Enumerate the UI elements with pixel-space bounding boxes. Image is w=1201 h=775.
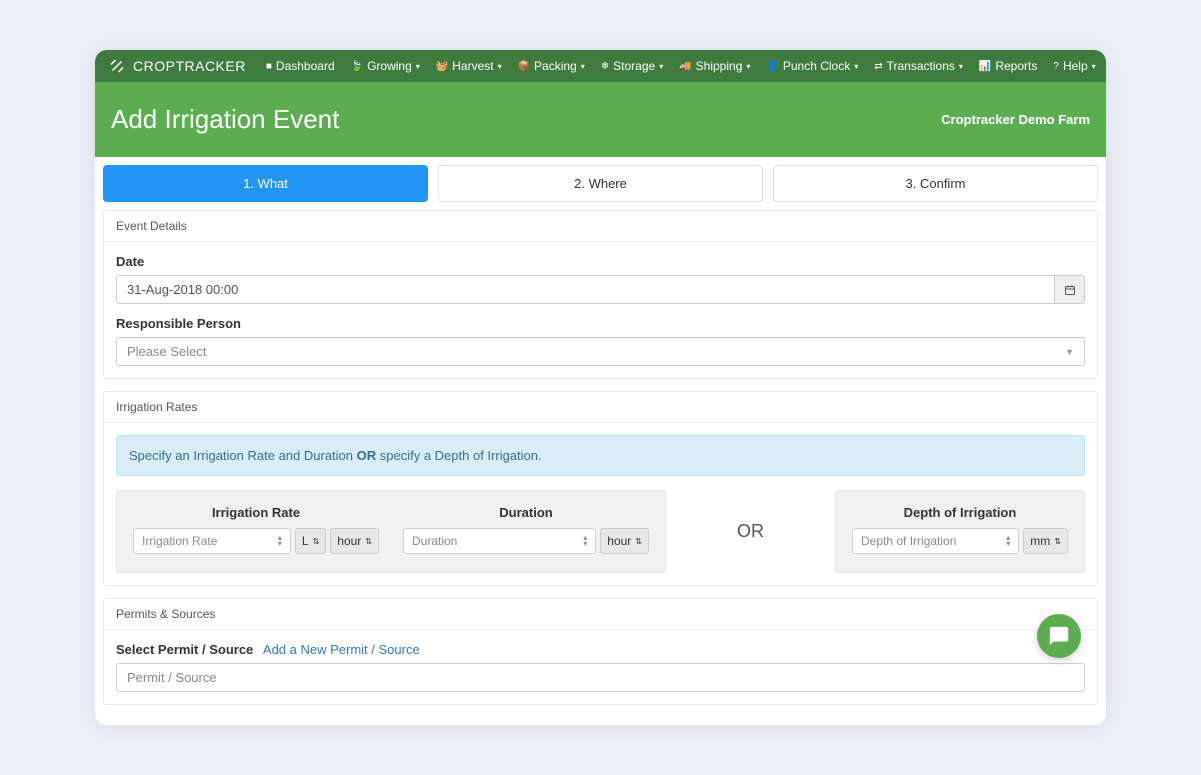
- chat-button[interactable]: [1037, 614, 1081, 658]
- nav-icon: ■: [266, 61, 272, 72]
- tab-where[interactable]: 2. Where: [438, 165, 763, 202]
- nav-item-help[interactable]: ?Help▾: [1045, 59, 1103, 73]
- nav-item-growing[interactable]: 🍃Growing▾: [343, 59, 428, 73]
- caret-down-icon: ▾: [746, 62, 750, 71]
- chevron-down-icon: ▼: [1065, 347, 1074, 357]
- caret-down-icon: ▾: [416, 62, 420, 71]
- brand[interactable]: CROPTRACKER: [107, 56, 246, 76]
- nav-icon: 👤: [766, 61, 778, 72]
- responsible-placeholder: Please Select: [127, 344, 207, 359]
- caret-down-icon: ▾: [659, 62, 663, 71]
- permit-select[interactable]: Permit / Source: [116, 663, 1085, 692]
- duration-unit-select[interactable]: hour⇅: [600, 528, 649, 554]
- rates-info-alert: Specify an Irrigation Rate and Duration …: [116, 435, 1085, 476]
- nav-icon: ?: [1053, 61, 1059, 72]
- nav-icon: 🚚: [679, 61, 691, 72]
- nav-item-shipping[interactable]: 🚚Shipping▾: [671, 59, 758, 73]
- nav-item-packing[interactable]: 📦Packing▾: [510, 59, 593, 73]
- stepper-icon: ▴▾: [278, 535, 282, 547]
- chat-icon: [1048, 625, 1070, 647]
- nav-item-transactions[interactable]: ⇄Transactions▾: [866, 59, 971, 73]
- calendar-icon[interactable]: [1055, 275, 1085, 304]
- caret-down-icon: ▾: [854, 62, 858, 71]
- tab-what[interactable]: 1. What: [103, 165, 428, 202]
- or-separator: OR: [666, 521, 835, 542]
- content: 1. What 2. Where 3. Confirm Event Details …: [95, 157, 1106, 725]
- brand-text: CROPTRACKER: [133, 58, 246, 74]
- responsible-select[interactable]: Please Select ▼: [116, 337, 1085, 366]
- tab-confirm[interactable]: 3. Confirm: [773, 165, 1098, 202]
- rate-duration-box: Irrigation Rate Irrigation Rate ▴▾ L⇅: [116, 490, 666, 573]
- nav-item-punch-clock[interactable]: 👤Punch Clock▾: [758, 59, 866, 73]
- wizard-tabs: 1. What 2. Where 3. Confirm: [103, 165, 1098, 202]
- nav-icon: 🧺: [436, 61, 448, 72]
- caret-down-icon: ▾: [1092, 62, 1096, 71]
- permit-placeholder: Permit / Source: [127, 670, 217, 685]
- event-details-panel: Event Details Date Responsible Person Pl…: [103, 210, 1098, 379]
- irrigation-rates-header: Irrigation Rates: [104, 392, 1097, 423]
- depth-title: Depth of Irrigation: [852, 505, 1068, 520]
- depth-unit-select[interactable]: mm⇅: [1023, 528, 1068, 554]
- responsible-label: Responsible Person: [116, 316, 1085, 331]
- permits-header: Permits & Sources: [104, 599, 1097, 630]
- farm-name: Croptracker Demo Farm: [941, 112, 1090, 127]
- duration-input[interactable]: Duration ▴▾: [403, 528, 596, 554]
- permit-label: Select Permit / Source Add a New Permit …: [116, 642, 1085, 657]
- caret-down-icon: ▾: [498, 62, 502, 71]
- navbar: CROPTRACKER ■Dashboard🍃Growing▾🧺Harvest▾…: [95, 50, 1106, 82]
- nav-left: ■Dashboard🍃Growing▾🧺Harvest▾📦Packing▾❄St…: [258, 59, 1046, 73]
- nav-icon: 📦: [518, 61, 530, 72]
- nav-right: ?Help▾🏠Farm Manager▾: [1045, 59, 1106, 73]
- date-label: Date: [116, 254, 1085, 269]
- nav-item-storage[interactable]: ❄Storage▾: [593, 59, 671, 73]
- nav-icon: ❄: [601, 61, 609, 72]
- irrigation-rates-panel: Irrigation Rates Specify an Irrigation R…: [103, 391, 1098, 586]
- nav-icon: 📊: [979, 61, 991, 72]
- depth-input[interactable]: Depth of Irrigation ▴▾: [852, 528, 1019, 554]
- duration-title: Duration: [403, 505, 649, 520]
- add-permit-link[interactable]: Add a New Permit / Source: [263, 642, 420, 657]
- permits-panel: Permits & Sources Select Permit / Source…: [103, 598, 1098, 705]
- stepper-icon: ▴▾: [1006, 535, 1010, 547]
- nav-item-harvest[interactable]: 🧺Harvest▾: [428, 59, 510, 73]
- page-header: Add Irrigation Event Croptracker Demo Fa…: [95, 82, 1106, 157]
- nav-icon: 🍃: [351, 61, 363, 72]
- nav-item-farm-manager[interactable]: 🏠Farm Manager▾: [1104, 59, 1106, 73]
- event-details-header: Event Details: [104, 211, 1097, 242]
- depth-box: Depth of Irrigation Depth of Irrigation …: [835, 490, 1085, 573]
- caret-down-icon: ▾: [581, 62, 585, 71]
- nav-item-dashboard[interactable]: ■Dashboard: [258, 59, 343, 73]
- caret-down-icon: ▾: [959, 62, 963, 71]
- rate-unit1-select[interactable]: L⇅: [295, 528, 326, 554]
- app-window: CROPTRACKER ■Dashboard🍃Growing▾🧺Harvest▾…: [95, 50, 1106, 725]
- stepper-icon: ▴▾: [583, 535, 587, 547]
- nav-icon: ⇄: [874, 61, 882, 72]
- page-title: Add Irrigation Event: [111, 104, 339, 135]
- date-input[interactable]: [116, 275, 1055, 304]
- irrigation-rate-input[interactable]: Irrigation Rate ▴▾: [133, 528, 291, 554]
- brand-logo-icon: [107, 56, 127, 76]
- nav-item-reports[interactable]: 📊Reports: [971, 59, 1045, 73]
- rate-unit2-select[interactable]: hour⇅: [330, 528, 379, 554]
- irrigation-rate-title: Irrigation Rate: [133, 505, 379, 520]
